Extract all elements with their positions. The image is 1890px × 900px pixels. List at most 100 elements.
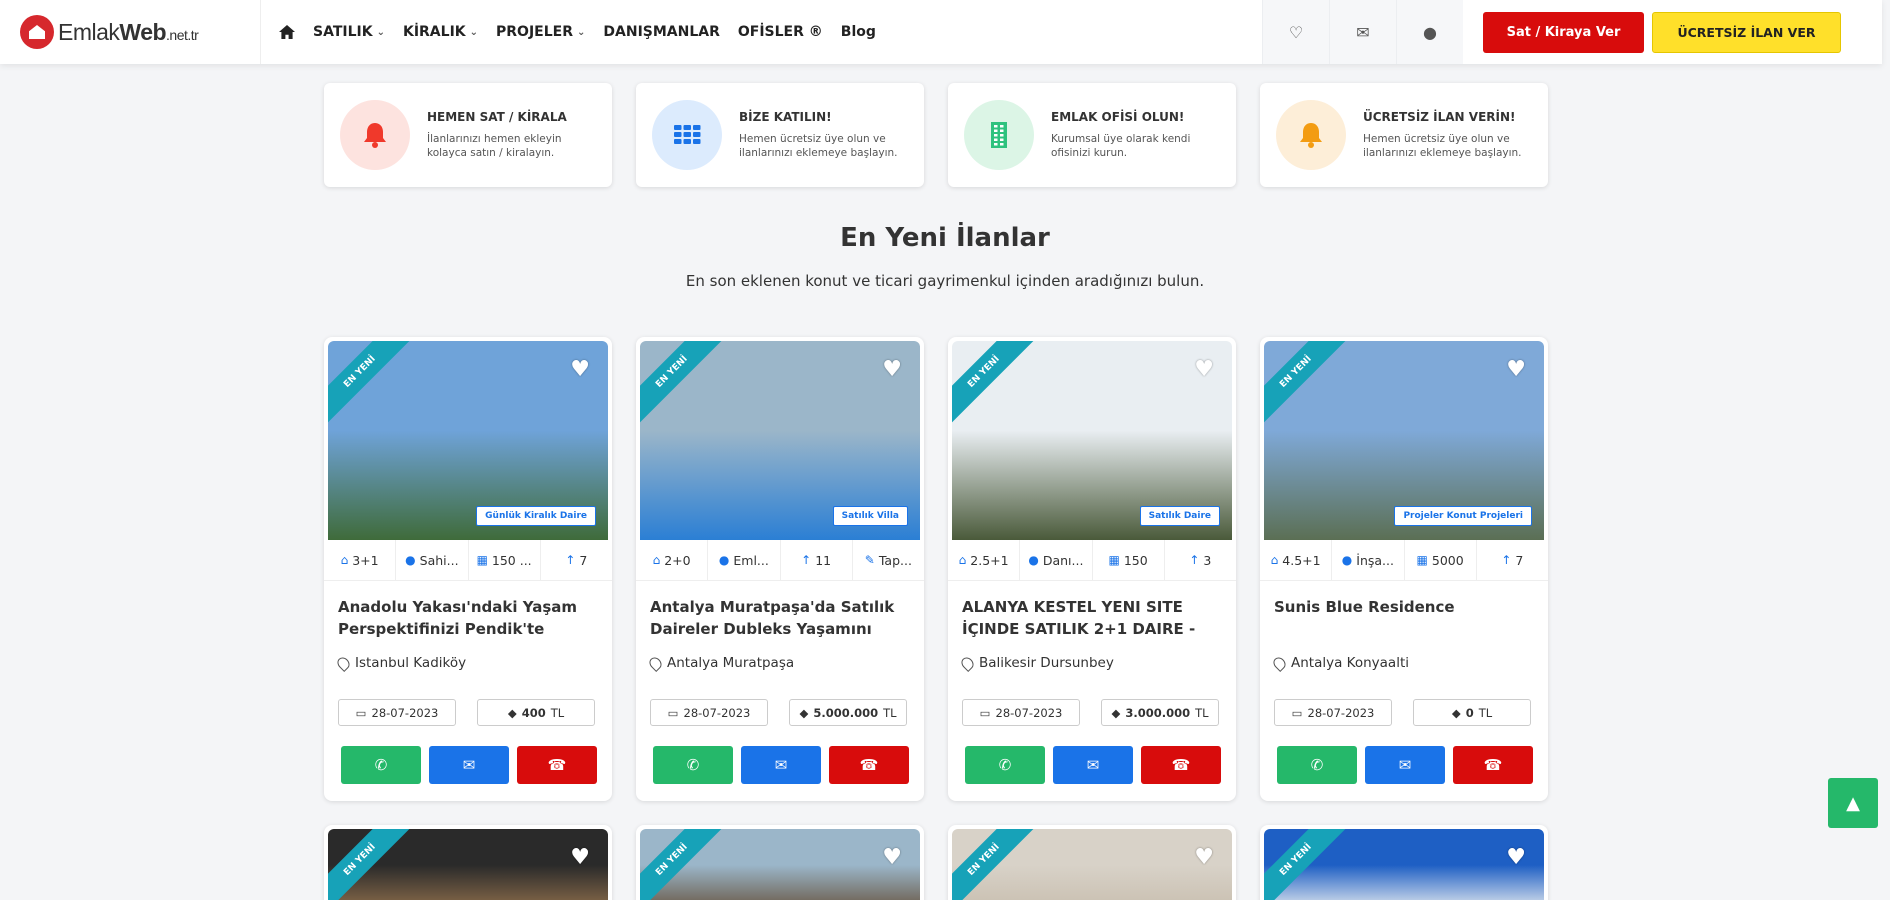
account-button[interactable]: ● [1396, 0, 1463, 64]
phone-icon: ☎ [1171, 756, 1191, 774]
price-value: 5.000.000 [813, 705, 879, 720]
heart-icon[interactable]: ♥ [1506, 845, 1526, 870]
listing-card[interactable]: EN YENİ ♥ Satılık Villa ⌂ 2+0 ● Eml... ↑ 11 ✎ Tap.… [636, 337, 924, 801]
whatsapp-icon: ✆ [374, 756, 388, 774]
nav-home[interactable] [279, 25, 295, 39]
listing-card[interactable]: EN YENİ ♥ [324, 825, 612, 900]
feature-text: ÜCRETSİZ İLAN VERİN! Hemen ücretsiz üye o… [1363, 110, 1523, 160]
listing-title[interactable]: ALANYA KESTEL YENI SITE İÇINDE SATILIK 2… [962, 596, 1224, 640]
email-button[interactable]: ✉ [1053, 746, 1133, 784]
nav-item-satilik[interactable]: SATILIK ⌄ [313, 24, 385, 40]
whatsapp-icon: ✆ [1310, 756, 1324, 774]
listing-title[interactable]: Antalya Muratpaşa'da Satılık Daireler Du… [650, 596, 912, 640]
feature-title: ÜCRETSİZ İLAN VERİN! [1363, 110, 1516, 124]
feature-text: BİZE KATILIN! Hemen ücretsiz üye olun ve … [739, 110, 899, 160]
favorites-button[interactable]: ♡ [1262, 0, 1329, 64]
listing-photo[interactable]: EN YENİ ♥ [328, 829, 608, 900]
email-button[interactable]: ✉ [429, 746, 509, 784]
nav-item-ki-ralik[interactable]: KİRALIK ⌄ [403, 24, 478, 40]
listing-meta: ⌂ 2+0 ● Eml... ↑ 11 ✎ Tap... [636, 540, 924, 581]
email-button[interactable]: ✉ [741, 746, 821, 784]
bell-circle [1276, 100, 1346, 170]
site-logo[interactable]: EmlakWeb.net.tr [20, 15, 240, 49]
listing-photo[interactable]: EN YENİ ♥ Projeler Konut Projeleri [1264, 341, 1544, 540]
ribbon-container: EN YENİ [640, 341, 725, 426]
heart-icon[interactable]: ♥ [882, 357, 902, 382]
heart-icon[interactable]: ♥ [882, 845, 902, 870]
feature-title: BİZE KATILIN! [739, 110, 832, 124]
category-badge[interactable]: Günlük Kiralık Daire [476, 506, 596, 526]
listing-card[interactable]: EN YENİ ♥ Günlük Kiralık Daire ⌂ 3+1 ● Sahi...… [324, 337, 612, 801]
meta-grid: ▦ 150 ... [469, 540, 541, 580]
bell-icon [364, 123, 386, 148]
listing-price: ◆ 0 TL [1413, 699, 1531, 726]
feature-box[interactable]: HEMEN SAT / KİRALA İlanlarınızı hemen ekl… [324, 83, 612, 187]
heart-icon[interactable]: ♥ [570, 845, 590, 870]
listing-photo[interactable]: EN YENİ ♥ Günlük Kiralık Daire [328, 341, 608, 540]
listing-cards-row-2: EN YENİ ♥ EN YENİ ♥ EN YENİ ♥ EN YENİ ♥ [324, 825, 1548, 900]
nav-item-projeler[interactable]: PROJELER ⌄ [496, 24, 585, 40]
call-button[interactable]: ☎ [517, 746, 597, 784]
nav-item-dani-manlar[interactable]: DANIŞMANLAR [603, 24, 719, 40]
location-text: Antalya Muratpaşa [667, 655, 795, 671]
building-icon [991, 122, 1007, 148]
listing-card[interactable]: EN YENİ ♥ Projeler Konut Projeleri ⌂ 4.5+1 ● İ… [1260, 337, 1548, 801]
whatsapp-button[interactable]: ✆ [965, 746, 1045, 784]
feature-box[interactable]: BİZE KATILIN! Hemen ücretsiz üye olun ve … [636, 83, 924, 187]
scroll-to-top-button[interactable]: ▲ [1828, 778, 1878, 828]
category-badge[interactable]: Satılık Villa [832, 506, 908, 526]
heart-icon[interactable]: ♥ [570, 357, 590, 382]
email-button[interactable]: ✉ [1365, 746, 1445, 784]
sell-rent-button[interactable]: Sat / Kiraya Ver [1483, 11, 1644, 53]
category-badge[interactable]: Projeler Konut Projeleri [1394, 506, 1532, 526]
listing-photo[interactable]: EN YENİ ♥ Satılık Daire [952, 341, 1232, 540]
heart-icon[interactable]: ♥ [1194, 357, 1214, 382]
meta-home: ⌂ 3+1 [324, 540, 397, 580]
location-text: Antalya Konyaalti [1291, 655, 1409, 671]
listing-card[interactable]: EN YENİ ♥ Satılık Daire ⌂ 2.5+1 ● Danı... ▦ 150 ↑… [948, 337, 1236, 801]
call-button[interactable]: ☎ [829, 746, 909, 784]
top-navbar: EmlakWeb.net.tr SATILIK ⌄ KİRALIK ⌄ PROJELER… [0, 0, 1882, 64]
nav-item-blog[interactable]: Blog [841, 24, 876, 40]
nav-actions: ♡ ✉ ● Sat / Kiraya Ver ÜCRETSİZ İLAN VER [1262, 0, 1874, 64]
listing-photo[interactable]: EN YENİ ♥ [640, 829, 920, 900]
price-currency: TL [550, 705, 565, 720]
call-button[interactable]: ☎ [1453, 746, 1533, 784]
feature-box[interactable]: EMLAK OFİSİ OLUN! Kurumsal üye olarak ken… [948, 83, 1236, 187]
heart-icon[interactable]: ♥ [1506, 357, 1526, 382]
home-icon [279, 25, 295, 39]
listing-card[interactable]: EN YENİ ♥ [1260, 825, 1548, 900]
whatsapp-button[interactable]: ✆ [1277, 746, 1357, 784]
date-text: 28-07-2023 [371, 705, 439, 720]
free-listing-button[interactable]: ÜCRETSİZ İLAN VER [1652, 11, 1841, 53]
feature-description: Hemen ücretsiz üye olun ve ilanlarınızı … [1363, 133, 1522, 159]
whatsapp-icon: ✆ [998, 756, 1012, 774]
grid-circle [652, 100, 722, 170]
listing-photo[interactable]: EN YENİ ♥ [1264, 829, 1544, 900]
meta-value: Danı... [1042, 552, 1084, 568]
listing-photo[interactable]: EN YENİ ♥ [952, 829, 1232, 900]
feature-box[interactable]: ÜCRETSİZ İLAN VERİN! Hemen ücretsiz üye o… [1260, 83, 1548, 187]
map-pin-icon [959, 654, 976, 672]
heart-icon[interactable]: ♥ [1194, 845, 1214, 870]
meta-value: İnşa... [1356, 552, 1394, 568]
listing-title[interactable]: Anadolu Yakası'ndaki Yaşam Perspektifini… [338, 596, 600, 640]
ribbon-container: EN YENİ [952, 829, 1037, 900]
nav-item-ofi-sler-[interactable]: OFİSLER ® [738, 24, 823, 40]
listing-price: ◆ 3.000.000 TL [1101, 699, 1219, 726]
listing-card[interactable]: EN YENİ ♥ [636, 825, 924, 900]
listing-location: Antalya Konyaalti [1271, 654, 1409, 672]
listing-card[interactable]: EN YENİ ♥ [948, 825, 1236, 900]
whatsapp-button[interactable]: ✆ [653, 746, 733, 784]
listing-date: ▭ 28-07-2023 [1274, 699, 1392, 726]
category-badge[interactable]: Satılık Daire [1139, 506, 1220, 526]
call-button[interactable]: ☎ [1141, 746, 1221, 784]
listing-location: Balikesir Dursunbey [959, 654, 1114, 672]
whatsapp-button[interactable]: ✆ [341, 746, 421, 784]
listing-title[interactable]: Sunis Blue Residence [1274, 596, 1536, 640]
meta-value: 4.5+1 [1282, 552, 1321, 568]
messages-button[interactable]: ✉ [1329, 0, 1396, 64]
grid-icon: ▦ [476, 553, 488, 567]
listing-photo[interactable]: EN YENİ ♥ Satılık Villa [640, 341, 920, 540]
location-text: Istanbul Kadiköy [355, 655, 467, 671]
